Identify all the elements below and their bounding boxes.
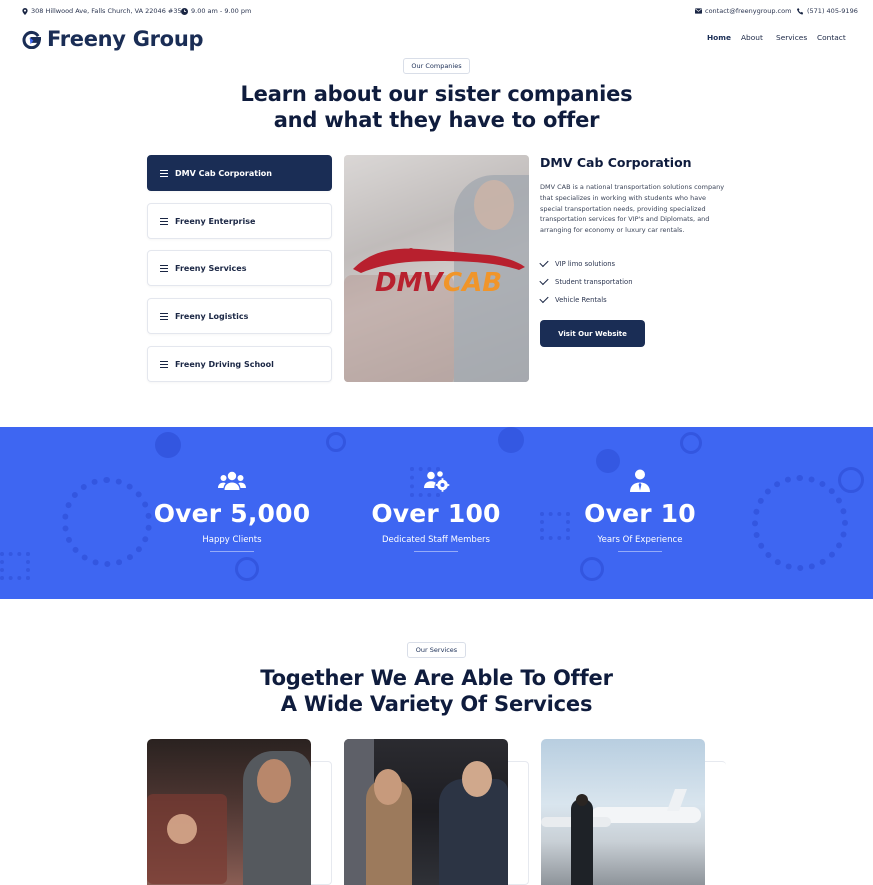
envelope-icon (695, 8, 702, 14)
tab-label: Freeny Logistics (175, 311, 249, 321)
hours-item: 9.00 am - 9.00 pm (181, 7, 251, 15)
logo-word-dmv: DMV (375, 268, 444, 298)
logo-text: Freeny Group (47, 27, 204, 51)
section-pill-services: Our Services (407, 642, 466, 658)
tab-freeny-services[interactable]: Freeny Services (147, 250, 332, 286)
stats-band: Over 5,000 Happy Clients Over 100 Dedica… (0, 427, 873, 599)
clock-icon (181, 7, 188, 15)
feature-item: Student transportation (539, 275, 633, 286)
top-bar: 308 Hillwood Ave, Falls Church, VA 22046… (0, 0, 873, 22)
nav-home[interactable]: Home (707, 33, 731, 42)
service-image-chauffeur[interactable] (344, 739, 508, 885)
tab-dmv-cab-corporation[interactable]: DMV Cab Corporation (147, 155, 332, 191)
dmv-cab-logo: DMV CAB (353, 248, 525, 298)
stat-label: Dedicated Staff Members (382, 535, 490, 545)
feature-label: VIP limo solutions (555, 260, 616, 268)
phone-item[interactable]: (571) 405-9196 (797, 7, 858, 15)
stat-underline (210, 551, 254, 552)
services-title-line2: A Wide Variety Of Services (280, 692, 593, 716)
menu-icon (160, 217, 168, 225)
nav-services[interactable]: Services (776, 33, 807, 42)
menu-icon (160, 360, 168, 368)
company-title: DMV Cab Corporation (540, 155, 692, 170)
service-image-car-interior[interactable] (147, 739, 311, 885)
visit-website-button[interactable]: Visit Our Website (540, 320, 645, 347)
menu-icon (160, 264, 168, 272)
companies-title-line2: and what they have to offer (273, 108, 600, 132)
check-icon (539, 293, 549, 304)
users-icon (218, 471, 246, 490)
company-description: DMV CAB is a national transportation sol… (540, 183, 725, 235)
stat-label: Years Of Experience (597, 535, 683, 545)
site-logo[interactable]: Freeny Group (22, 27, 204, 51)
tab-label: Freeny Enterprise (175, 216, 256, 226)
feature-item: Vehicle Rentals (539, 293, 607, 304)
users-gear-icon (424, 471, 450, 492)
stat-number: Over 5,000 (153, 499, 311, 528)
logo-word-cab: CAB (443, 268, 502, 298)
section-pill-companies: Our Companies (403, 58, 470, 74)
tab-label: DMV Cab Corporation (175, 168, 272, 178)
location-pin-icon (22, 7, 28, 15)
check-icon (539, 275, 549, 286)
freeny-logo-icon (22, 30, 41, 49)
menu-icon (160, 312, 168, 320)
check-icon (539, 257, 549, 268)
stat-label: Happy Clients (202, 535, 262, 545)
feature-item: VIP limo solutions (539, 257, 616, 268)
services-title-line1: Together We Are Able To Offer (260, 666, 613, 690)
email-item[interactable]: contact@freenygroup.com (695, 7, 791, 15)
nav-contact[interactable]: Contact (817, 33, 846, 42)
feature-label: Student transportation (555, 278, 633, 286)
service-image-private-jet[interactable] (541, 739, 705, 885)
tab-freeny-logistics[interactable]: Freeny Logistics (147, 298, 332, 334)
address-item: 308 Hillwood Ave, Falls Church, VA 22046… (22, 7, 186, 15)
user-tie-icon (630, 469, 650, 492)
tab-label: Freeny Services (175, 263, 247, 273)
companies-title-line1: Learn about our sister companies (240, 82, 633, 106)
email-link[interactable]: contact@freenygroup.com (705, 7, 791, 15)
feature-label: Vehicle Rentals (555, 296, 607, 304)
menu-icon (160, 169, 168, 177)
company-photo: DMV CAB (344, 155, 529, 382)
phone-icon (797, 7, 804, 14)
stat-number: Over 100 (371, 499, 501, 528)
stat-underline (618, 551, 662, 552)
tab-freeny-enterprise[interactable]: Freeny Enterprise (147, 203, 332, 239)
hours-text: 9.00 am - 9.00 pm (191, 7, 252, 15)
tab-label: Freeny Driving School (175, 359, 274, 369)
phone-link[interactable]: (571) 405-9196 (807, 7, 858, 15)
address-text: 308 Hillwood Ave, Falls Church, VA 22046… (31, 7, 186, 15)
nav-about[interactable]: About (741, 33, 763, 42)
stat-underline (414, 551, 458, 552)
tab-freeny-driving-school[interactable]: Freeny Driving School (147, 346, 332, 382)
stat-number: Over 10 (584, 499, 696, 528)
